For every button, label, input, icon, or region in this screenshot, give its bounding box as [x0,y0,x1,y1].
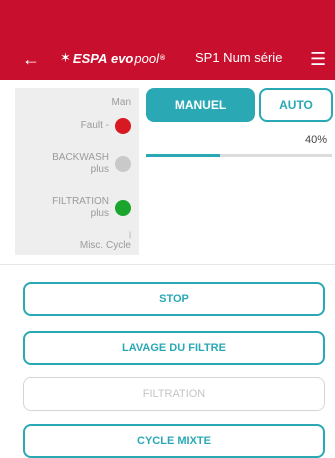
divider [0,264,335,265]
fault-status: Fault - [81,118,131,134]
speed-slider[interactable] [146,154,332,157]
auto-mode-button[interactable]: AUTO [259,88,333,122]
misc-cycle-status: | Misc. Cycle [79,232,131,251]
hamburger-menu-icon[interactable]: ☰ [310,50,326,68]
filtration-button[interactable]: FILTRATION [23,377,325,411]
page-title: SP1 Num série [195,50,283,65]
arrow-left-icon[interactable]: ← [22,49,40,69]
filtration-status: FILTRATION plus [52,196,131,220]
fault-indicator [115,118,131,134]
status-panel: Man Fault - BACKWASH plus FILTRATION plu… [15,88,139,255]
mixed-cycle-button[interactable]: CYCLE MIXTE [23,424,325,458]
backwash-indicator [115,156,131,172]
speed-slider-fill [146,154,221,157]
backwash-status: BACKWASH plus [52,152,131,176]
speed-percentage: 40% [304,134,327,146]
stop-button[interactable]: STOP [23,282,325,316]
filtration-indicator [115,200,131,216]
backwash-button[interactable]: LAVAGE DU FILTRE [23,331,325,365]
status-bar [0,0,335,40]
espa-evopool-logo: ✶ ESPA evo pool ® [60,50,166,66]
app-bar: ← ✶ ESPA evo pool ® SP1 Num série ☰ [0,40,335,80]
mode-status: Man [111,97,131,108]
manual-mode-button[interactable]: MANUEL [146,88,255,122]
